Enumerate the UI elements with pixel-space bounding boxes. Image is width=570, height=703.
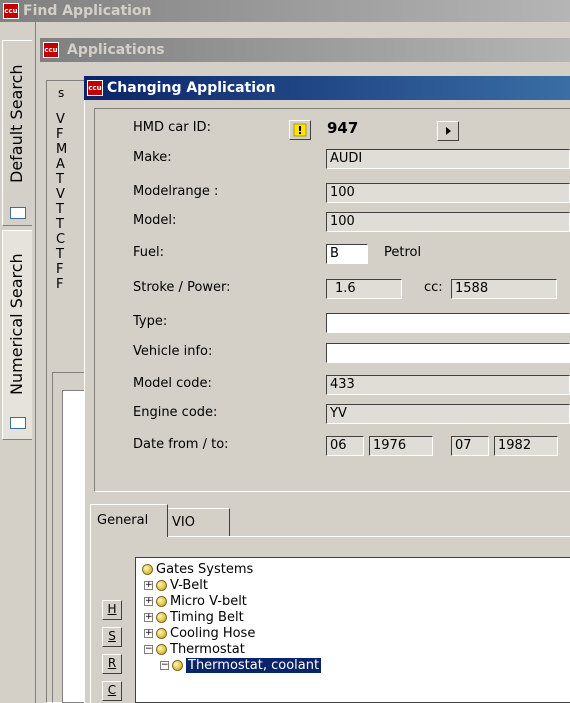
tree-item[interactable]: + Cooling Hose xyxy=(144,625,255,641)
model-label: Model: xyxy=(133,213,177,228)
list-column-letter: C xyxy=(56,232,66,247)
bulb-icon xyxy=(172,659,183,671)
expand-icon[interactable]: + xyxy=(144,612,153,622)
expand-icon[interactable]: + xyxy=(144,596,153,606)
fuel-text: Petrol xyxy=(384,245,422,260)
tree-item[interactable]: + V-Belt xyxy=(144,577,208,593)
hmd-car-id-value: 947 xyxy=(327,119,359,137)
tab-default-search[interactable]: Default Search xyxy=(2,40,32,226)
tree-item[interactable]: + Timing Belt xyxy=(144,609,244,625)
applications-titlebar[interactable]: ccu Applications xyxy=(40,38,570,62)
date-label: Date from / to: xyxy=(133,437,229,452)
tree-item[interactable]: − Thermostat xyxy=(144,641,245,657)
date-to-year[interactable]: 1982 xyxy=(494,436,558,456)
fuel-code-field[interactable]: B xyxy=(326,244,368,264)
tree-item-label: Micro V-belt xyxy=(170,593,247,609)
list-column-letter: V xyxy=(56,187,65,202)
bulb-icon xyxy=(156,611,167,623)
date-to-month[interactable]: 07 xyxy=(451,436,489,456)
tree-item-label: Thermostat, coolant xyxy=(186,657,322,673)
tab-label: VIO xyxy=(172,515,195,530)
make-field[interactable]: AUDI xyxy=(326,149,570,169)
vehicle-info-label: Vehicle info: xyxy=(133,344,213,359)
list-column-letter: A xyxy=(56,157,65,172)
model-field[interactable]: 100 xyxy=(326,212,570,232)
side-button-h[interactable]: H xyxy=(102,600,122,620)
tree-item-label: Gates Systems xyxy=(156,561,254,577)
cc-field[interactable]: 1588 xyxy=(451,279,557,299)
tab-label: General xyxy=(97,513,149,528)
changing-application-titlebar[interactable]: ccu Changing Application xyxy=(84,76,570,100)
arrow-right-icon[interactable] xyxy=(437,121,459,141)
engine-code-label: Engine code: xyxy=(133,405,218,420)
bulb-icon xyxy=(156,643,167,655)
make-label: Make: xyxy=(133,150,172,165)
window-title: Applications xyxy=(67,42,165,58)
cc-label: cc: xyxy=(424,280,443,295)
fuel-label: Fuel: xyxy=(133,245,164,260)
tab-numerical-search[interactable]: Numerical Search xyxy=(2,230,32,440)
modelrange-field[interactable]: 100 xyxy=(326,183,570,203)
ccu-app-icon: ccu xyxy=(43,42,59,58)
tab-label: Default Search xyxy=(7,64,26,184)
list-column-letter: M xyxy=(56,142,68,157)
list-column-letter: F xyxy=(56,127,64,142)
vehicle-info-field[interactable] xyxy=(326,343,570,363)
type-field[interactable] xyxy=(326,313,570,333)
warning-icon[interactable] xyxy=(289,120,311,140)
ccu-app-icon: ccu xyxy=(3,3,19,19)
tab-general[interactable]: General xyxy=(90,504,168,537)
bulb-icon xyxy=(142,563,153,575)
tree-item[interactable]: + Micro V-belt xyxy=(144,593,247,609)
list-column-letter: T xyxy=(56,172,64,187)
collapse-icon[interactable]: − xyxy=(144,644,153,654)
expand-icon[interactable]: + xyxy=(144,580,153,590)
hmd-car-id-label: HMD car ID: xyxy=(133,120,211,135)
list-column-letter: T xyxy=(56,247,64,262)
list-column-letter: V xyxy=(56,112,65,127)
tree-item-label: V-Belt xyxy=(170,577,208,593)
tree-item-label: Cooling Hose xyxy=(170,625,256,641)
side-button-r[interactable]: R xyxy=(102,654,122,674)
modelrange-label: Modelrange : xyxy=(133,184,219,199)
side-button-c[interactable]: C xyxy=(102,681,122,701)
list-column-letter: T xyxy=(56,217,64,232)
ccu-app-icon: ccu xyxy=(87,80,103,96)
engine-code-field[interactable]: YV xyxy=(326,404,570,424)
bulb-icon xyxy=(156,595,167,607)
tree-item-label: Thermostat xyxy=(170,641,245,657)
date-from-year[interactable]: 1976 xyxy=(369,436,433,456)
search-tab-icon xyxy=(10,207,26,219)
type-label: Type: xyxy=(133,314,168,329)
product-tree[interactable]: Gates Systems + V-Belt + Micro V-belt + Timing… xyxy=(135,557,570,703)
stroke-power-label: Stroke / Power: xyxy=(133,280,231,295)
window-title: Find Application xyxy=(23,3,152,19)
date-from-month[interactable]: 06 xyxy=(326,436,364,456)
tree-item[interactable]: − Thermostat, coolant xyxy=(160,657,322,673)
tab-label: Numerical Search xyxy=(7,253,26,395)
expand-icon[interactable]: + xyxy=(144,628,153,638)
model-code-label: Model code: xyxy=(133,376,212,391)
find-application-titlebar[interactable]: ccu Find Application xyxy=(0,0,570,22)
list-column-letter: T xyxy=(56,202,64,217)
model-code-field[interactable]: 433 xyxy=(326,375,570,395)
list-column-letter: F xyxy=(56,262,64,277)
tree-item-label: Timing Belt xyxy=(170,609,244,625)
side-button-s[interactable]: S xyxy=(102,627,122,647)
list-column-letter: F xyxy=(56,277,64,292)
bulb-icon xyxy=(156,579,167,591)
dialog-title: Changing Application xyxy=(107,80,276,96)
list-header: s xyxy=(58,86,65,100)
tab-vio[interactable]: VIO xyxy=(168,508,230,536)
numeric-tab-icon xyxy=(10,417,26,429)
stroke-field[interactable]: 1.6 xyxy=(326,279,402,299)
tree-item[interactable]: Gates Systems xyxy=(142,561,253,577)
collapse-icon[interactable]: − xyxy=(160,660,169,670)
bulb-icon xyxy=(156,627,167,639)
